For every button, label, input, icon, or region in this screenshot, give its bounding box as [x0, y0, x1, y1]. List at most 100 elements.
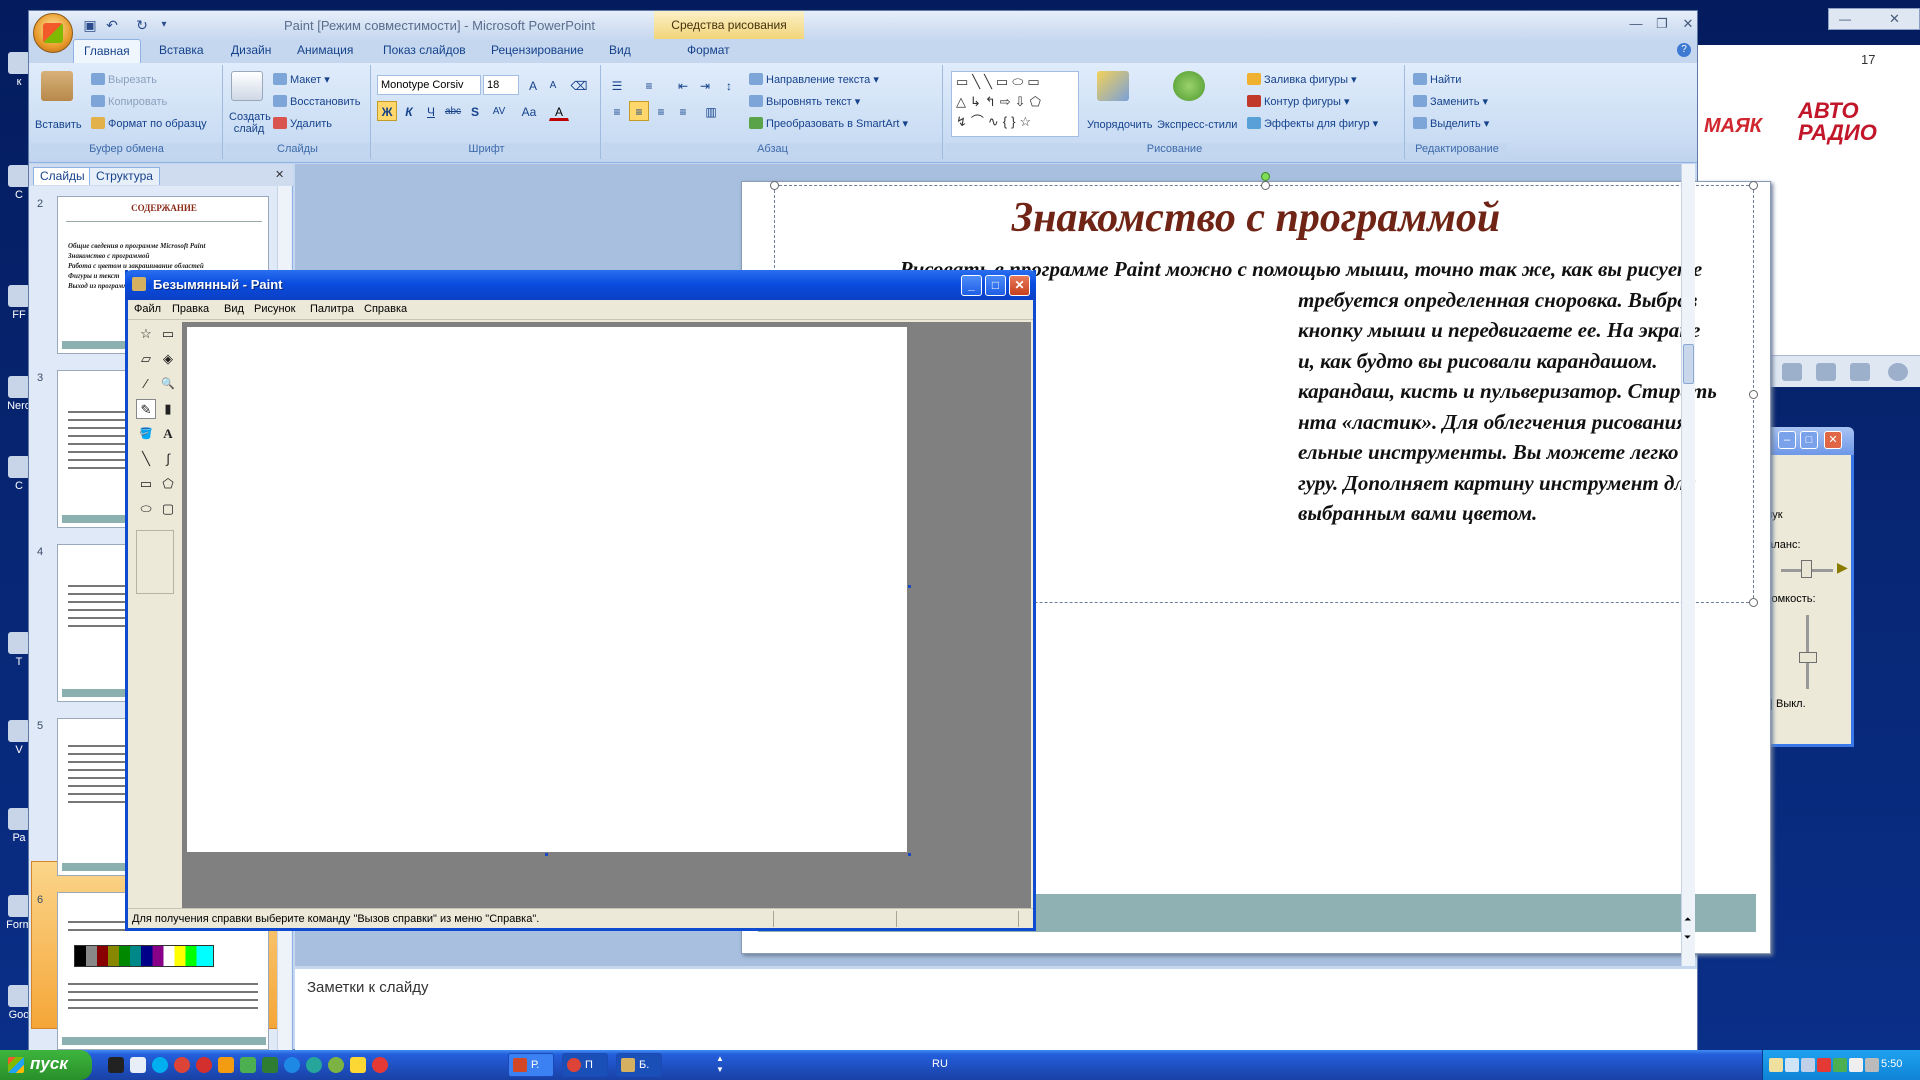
shape-outline-button[interactable]: Контур фигуры ▾ [1247, 95, 1350, 108]
avtoradio-logo[interactable]: АВТО РАДИО [1798, 100, 1877, 144]
numbering-icon[interactable]: ≡ [639, 75, 659, 95]
firefox-icon[interactable] [218, 1057, 234, 1073]
resize-handle[interactable] [1749, 181, 1758, 190]
eraser-icon[interactable]: ▱ [136, 349, 156, 369]
menu-view[interactable]: Вид [224, 303, 244, 315]
minimize-icon[interactable]: — [1839, 12, 1857, 26]
magnifier-icon[interactable]: 🔍 [158, 374, 178, 394]
close-button[interactable]: ✕ [1677, 15, 1699, 33]
help-icon[interactable]: ? [1677, 43, 1691, 57]
rectangle-icon[interactable]: ▭ [136, 474, 156, 494]
canvas-resize-handle[interactable] [908, 853, 911, 856]
line-icon[interactable]: ╲ [136, 449, 156, 469]
grow-font-icon[interactable]: A [523, 75, 543, 95]
char-spacing-button[interactable]: AV [489, 101, 509, 121]
info-icon[interactable] [1888, 363, 1908, 381]
maximize-button[interactable]: □ [985, 275, 1006, 296]
menu-palette[interactable]: Палитра [310, 303, 354, 315]
menu-help[interactable]: Справка [364, 303, 407, 315]
line-spacing-icon[interactable]: ↕ [719, 75, 739, 95]
align-text-button[interactable]: Выровнять текст ▾ [749, 95, 860, 108]
rect-select-icon[interactable]: ▭ [158, 324, 178, 344]
paint-canvas[interactable] [187, 327, 907, 852]
reset-button[interactable]: Восстановить [273, 95, 360, 108]
polygon-icon[interactable]: ⬠ [158, 474, 178, 494]
edit-scrollbar[interactable]: ⏶ ⏷ [1681, 164, 1695, 966]
opera-icon[interactable] [196, 1057, 212, 1073]
scrollbar-thumb[interactable] [1683, 344, 1694, 384]
app-icon[interactable] [306, 1057, 322, 1073]
new-slide-button[interactable]: Создать слайд [229, 111, 271, 135]
arrange-button[interactable]: Упорядочить [1087, 119, 1152, 131]
format-painter-button[interactable]: Формат по образцу [91, 117, 207, 130]
binoculars-icon[interactable] [1850, 363, 1870, 381]
tool-options-box[interactable] [136, 530, 174, 594]
copy-button[interactable]: Копировать [91, 95, 167, 108]
replace-button[interactable]: Заменить ▾ [1413, 95, 1488, 108]
tab-format[interactable]: Формат [687, 43, 730, 57]
office-button[interactable] [33, 13, 73, 53]
close-button[interactable]: ✕ [1824, 431, 1842, 449]
justify-icon[interactable]: ≡ [673, 101, 693, 121]
tray-icon[interactable] [1865, 1058, 1879, 1072]
resize-handle[interactable] [1749, 598, 1758, 607]
undo-icon[interactable]: ↶ [103, 16, 121, 34]
volume-icon[interactable] [1849, 1058, 1863, 1072]
mayak-logo[interactable]: МАЯК [1704, 115, 1762, 138]
notes-pane[interactable]: Заметки к слайду [295, 966, 1697, 1051]
cut-button[interactable]: Вырезать [91, 73, 157, 86]
color-picker-icon[interactable]: ⁄ [136, 374, 156, 394]
restore-button[interactable]: ❐ [1651, 15, 1673, 33]
shape-fill-button[interactable]: Заливка фигуры ▾ [1247, 73, 1357, 86]
tab-home[interactable]: Главная [73, 39, 141, 63]
app-icon[interactable] [262, 1057, 278, 1073]
next-slide-icon[interactable]: ⏷ [1684, 932, 1691, 943]
gear-icon[interactable] [1816, 363, 1836, 381]
chrome-icon[interactable] [174, 1057, 190, 1073]
text-direction-button[interactable]: Направление текста ▾ [749, 73, 879, 86]
free-select-icon[interactable]: ☆ [136, 324, 156, 344]
tab-view[interactable]: Вид [609, 43, 631, 57]
save-icon[interactable]: ▣ [81, 16, 99, 34]
tab-animation[interactable]: Анимация [297, 43, 353, 57]
language-indicator[interactable]: RU [932, 1058, 948, 1070]
shrink-font-icon[interactable]: A [543, 75, 563, 95]
rotate-handle[interactable] [1261, 172, 1270, 181]
shadow-button[interactable]: S [465, 101, 485, 121]
tray-icon[interactable] [1817, 1058, 1831, 1072]
shape-effects-button[interactable]: Эффекты для фигур ▾ [1247, 117, 1378, 130]
start-button[interactable]: пуск [0, 1050, 92, 1080]
resize-handle[interactable] [770, 181, 779, 190]
decrease-indent-icon[interactable]: ⇤ [673, 75, 693, 95]
tab-slideshow[interactable]: Показ слайдов [383, 43, 466, 57]
smartart-button[interactable]: Преобразовать в SmartArt ▾ [749, 117, 908, 130]
fill-icon[interactable]: ◈ [158, 349, 178, 369]
canvas-resize-handle[interactable] [545, 853, 548, 856]
tray-icon[interactable] [1769, 1058, 1783, 1072]
menu-edit[interactable]: Правка [172, 303, 209, 315]
tray-icon[interactable] [1833, 1058, 1847, 1072]
pencil-icon[interactable]: ✎ [136, 399, 156, 419]
taskbar-item-powerpoint[interactable]: Р. [508, 1053, 554, 1077]
tab-design[interactable]: Дизайн [231, 43, 271, 57]
brush-icon[interactable]: ▮ [158, 399, 178, 419]
underline-button[interactable]: Ч [421, 101, 441, 121]
bullets-icon[interactable]: ☰ [607, 75, 627, 95]
canvas-resize-handle[interactable] [908, 585, 911, 588]
taskbar-item-browser[interactable]: П [562, 1053, 608, 1077]
app-icon[interactable] [328, 1057, 344, 1073]
layout-button[interactable]: Макет ▾ [273, 73, 330, 86]
taskbar-item-paint[interactable]: Б. [616, 1053, 662, 1077]
columns-icon[interactable]: ▥ [701, 101, 721, 121]
tab-insert[interactable]: Вставка [159, 43, 204, 57]
airbrush-icon[interactable]: 🪣 [136, 424, 156, 444]
menu-image[interactable]: Рисунок [254, 303, 296, 315]
italic-button[interactable]: К [399, 101, 419, 121]
taskbar-scroll-icon[interactable]: ▲ ▼ [716, 1053, 724, 1075]
maximize-button[interactable]: □ [1800, 431, 1818, 449]
volume-slider-thumb[interactable] [1799, 652, 1817, 663]
ellipse-icon[interactable]: ⬭ [136, 499, 156, 519]
shapes-gallery[interactable]: ▭╲╲▭⬭▭ △↳↰⇨⇩⬠ ↯⌒∿{}☆ [951, 71, 1079, 137]
minimize-button[interactable]: _ [961, 275, 982, 296]
close-button[interactable]: ✕ [1009, 275, 1030, 296]
